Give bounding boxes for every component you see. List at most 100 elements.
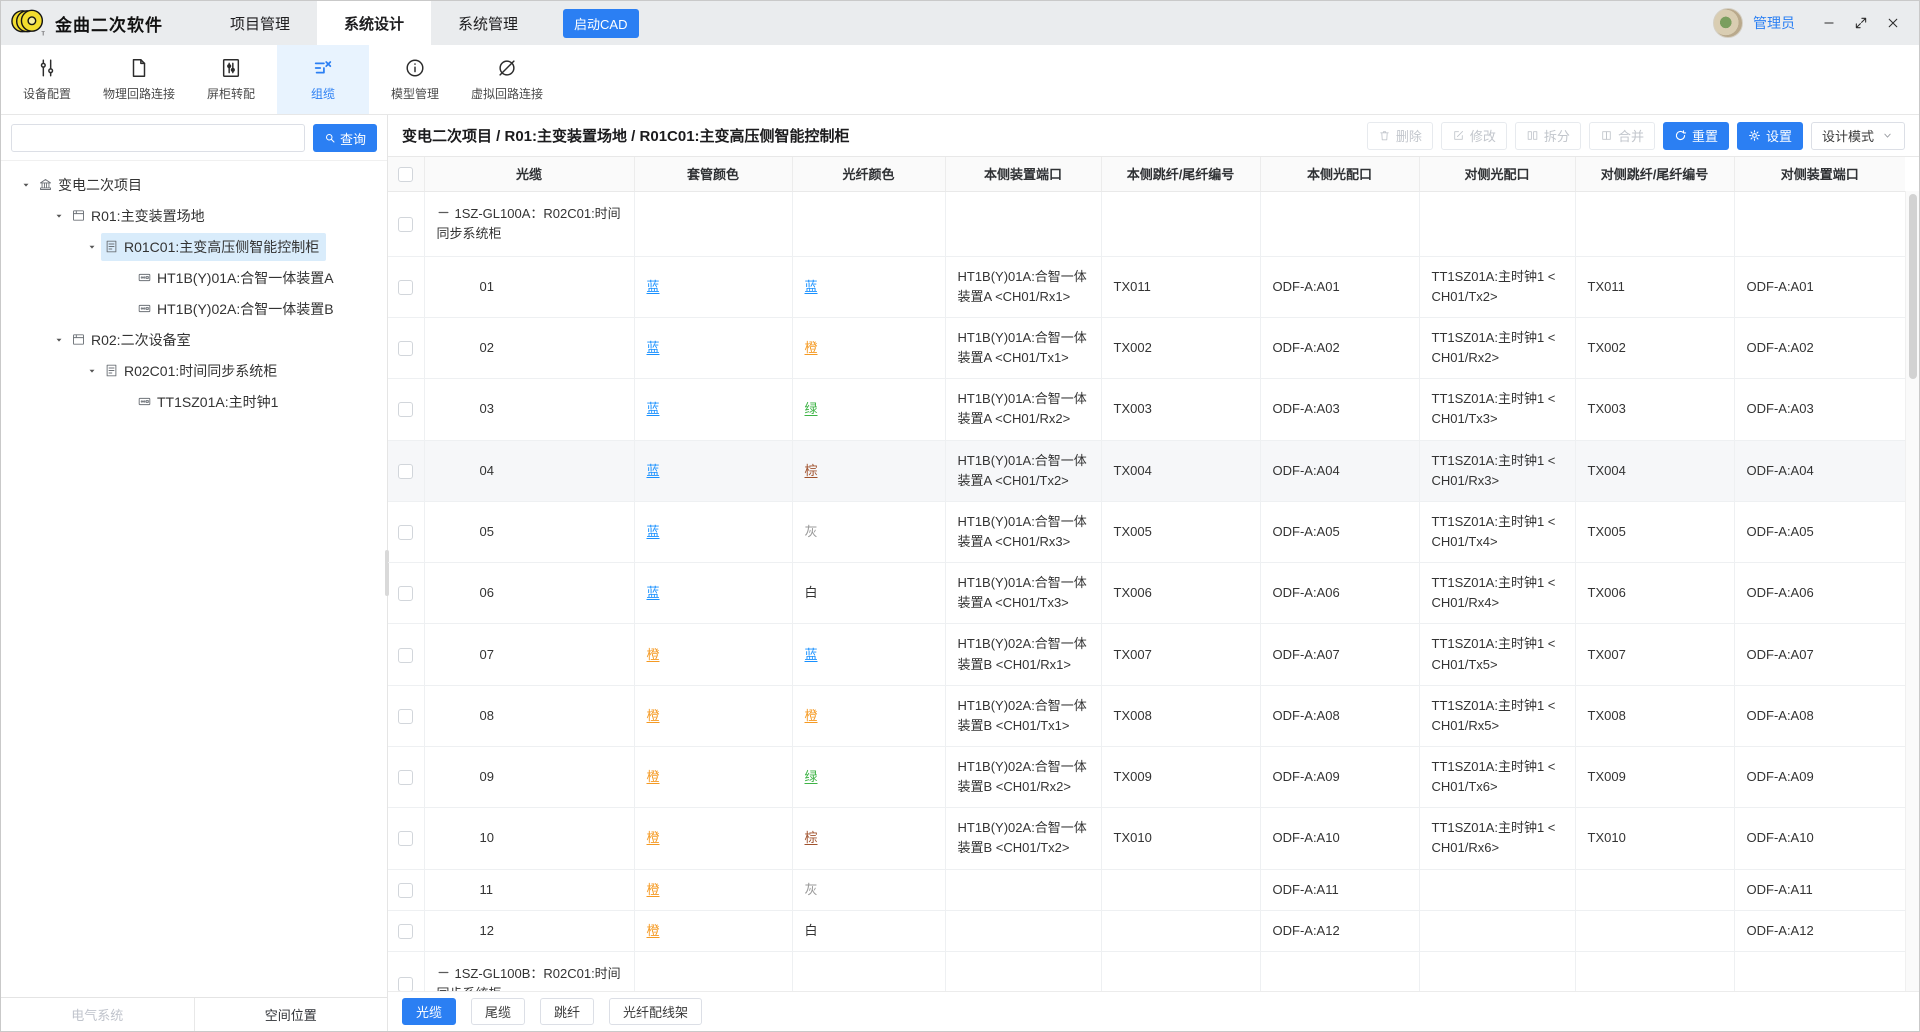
- tube-color-value[interactable]: 橙: [647, 708, 660, 723]
- row-checkbox[interactable]: [398, 770, 413, 785]
- tube-color-value[interactable]: 橙: [647, 882, 660, 897]
- sidebar: 查询 变电二次项目R01:主变装置场地R01C01:主变高压侧智能控制柜HT1B…: [1, 115, 388, 1031]
- local-odf-cell: ODF-A:A11: [1260, 869, 1419, 910]
- device-icon: [137, 270, 152, 285]
- sidebar-bottom-tab[interactable]: 电气系统: [1, 998, 194, 1031]
- row-checkbox[interactable]: [398, 924, 413, 939]
- fiber-color-value[interactable]: 蓝: [805, 279, 818, 294]
- vertical-scrollbar[interactable]: [1905, 191, 1919, 991]
- tube-color-value[interactable]: 橙: [647, 769, 660, 784]
- caret-down-icon[interactable]: [17, 180, 35, 190]
- fiber-color-cell: 蓝: [792, 256, 945, 317]
- tree-item[interactable]: HT1B(Y)02A:合智一体装置B: [1, 293, 387, 324]
- tube-color-value[interactable]: 蓝: [647, 401, 660, 416]
- toolbar-item[interactable]: 模型管理: [369, 45, 461, 114]
- caret-down-icon[interactable]: [50, 211, 68, 221]
- toolbar-item[interactable]: 物理回路连接: [93, 45, 185, 114]
- bottom-tab[interactable]: 尾缆: [471, 998, 525, 1025]
- avatar[interactable]: [1713, 8, 1743, 38]
- tree-item[interactable]: R02C01:时间同步系统柜: [1, 355, 387, 386]
- tree-item[interactable]: R02:二次设备室: [1, 324, 387, 355]
- edit-icon: [1452, 129, 1465, 142]
- caret-down-icon[interactable]: [83, 366, 101, 376]
- tube-color-value[interactable]: 蓝: [647, 524, 660, 539]
- titlebar-tab[interactable]: 系统管理: [431, 1, 545, 45]
- cable-no-cell: 10: [424, 808, 634, 869]
- tube-color-value[interactable]: 橙: [647, 830, 660, 845]
- fiber-color-value[interactable]: 绿: [805, 769, 818, 784]
- tube-color-value[interactable]: 蓝: [647, 585, 660, 600]
- tree-item-label: R02C01:时间同步系统柜: [124, 361, 277, 381]
- row-checkbox[interactable]: [398, 709, 413, 724]
- toolbar-item-label: 屏柜转配: [207, 85, 255, 102]
- bottom-tab[interactable]: 光纤配线架: [609, 998, 702, 1025]
- caret-down-icon[interactable]: [83, 242, 101, 252]
- toolbar-item[interactable]: 设备配置: [1, 45, 93, 114]
- bottom-tab[interactable]: 跳纤: [540, 998, 594, 1025]
- tube-color-value[interactable]: 橙: [647, 923, 660, 938]
- tube-color-value[interactable]: 橙: [647, 647, 660, 662]
- tube-color-value[interactable]: 蓝: [647, 340, 660, 355]
- tree-item[interactable]: 变电二次项目: [1, 169, 387, 200]
- local-port-cell: HT1B(Y)02A:合智一体装置B <CH01/Rx2>: [945, 747, 1101, 808]
- row-checkbox[interactable]: [398, 217, 413, 232]
- row-checkbox[interactable]: [398, 341, 413, 356]
- row-checkbox[interactable]: [398, 586, 413, 601]
- tree-item-label: R01:主变装置场地: [91, 206, 205, 226]
- caret-down-icon[interactable]: [50, 335, 68, 345]
- search-input[interactable]: [11, 124, 305, 152]
- vertical-scrollbar-thumb[interactable]: [1909, 194, 1917, 379]
- fiber-color-value[interactable]: 橙: [805, 708, 818, 723]
- checkbox-cell: [388, 624, 424, 685]
- row-checkbox[interactable]: [398, 525, 413, 540]
- launch-cad-button[interactable]: 启动CAD: [563, 9, 638, 38]
- maximize-button[interactable]: [1845, 8, 1877, 38]
- remote-fiber-no-cell: TX009: [1575, 747, 1734, 808]
- design-mode-select[interactable]: 设计模式: [1811, 122, 1905, 150]
- username[interactable]: 管理员: [1753, 13, 1795, 33]
- row-checkbox[interactable]: [398, 648, 413, 663]
- fiber-color-value[interactable]: 绿: [805, 401, 818, 416]
- row-checkbox[interactable]: [398, 280, 413, 295]
- room-icon: [71, 332, 86, 347]
- local-fiber-no-cell: [1101, 869, 1260, 910]
- sidebar-bottom-tab[interactable]: 空间位置: [194, 998, 388, 1031]
- search-button[interactable]: 查询: [313, 124, 377, 152]
- cable-no-cell: 04: [424, 440, 634, 501]
- action-button[interactable]: 重置: [1663, 122, 1729, 150]
- local-port-cell: [945, 869, 1101, 910]
- tree-item[interactable]: HT1B(Y)01A:合智一体装置A: [1, 262, 387, 293]
- row-checkbox[interactable]: [398, 977, 413, 991]
- select-all-checkbox[interactable]: [398, 167, 413, 182]
- collapse-group-icon[interactable]: [437, 206, 450, 219]
- tree-item[interactable]: R01:主变装置场地: [1, 200, 387, 231]
- fiber-color-value[interactable]: 蓝: [805, 647, 818, 662]
- action-button[interactable]: 设置: [1737, 122, 1803, 150]
- tree-item[interactable]: TT1SZ01A:主时钟1: [1, 386, 387, 417]
- action-button-label: 重置: [1692, 126, 1718, 145]
- bottom-tab[interactable]: 光缆: [402, 998, 456, 1025]
- titlebar-tab[interactable]: 项目管理: [203, 1, 317, 45]
- close-button[interactable]: [1877, 8, 1909, 38]
- row-checkbox[interactable]: [398, 883, 413, 898]
- toolbar-item[interactable]: 屏柜转配: [185, 45, 277, 114]
- fiber-color-value[interactable]: 橙: [805, 340, 818, 355]
- row-checkbox[interactable]: [398, 402, 413, 417]
- checkbox-cell: [388, 910, 424, 951]
- toolbar-item[interactable]: 虚拟回路连接: [461, 45, 553, 114]
- fiber-color-value[interactable]: 棕: [805, 830, 818, 845]
- tube-color-value[interactable]: 蓝: [647, 463, 660, 478]
- minimize-button[interactable]: [1813, 8, 1845, 38]
- row-checkbox[interactable]: [398, 831, 413, 846]
- caret-down-icon: [54, 335, 64, 345]
- row-checkbox[interactable]: [398, 464, 413, 479]
- tube-color-value[interactable]: 蓝: [647, 279, 660, 294]
- titlebar-tab[interactable]: 系统设计: [317, 1, 431, 45]
- fiber-color-value[interactable]: 棕: [805, 463, 818, 478]
- tube-color-cell: 橙: [634, 869, 792, 910]
- caret-down-icon: [87, 366, 97, 376]
- toolbar-item[interactable]: 组缆: [277, 45, 369, 114]
- local-odf-cell: ODF-A:A05: [1260, 501, 1419, 562]
- tree-item[interactable]: R01C01:主变高压侧智能控制柜: [1, 231, 387, 262]
- collapse-group-icon[interactable]: [437, 966, 450, 979]
